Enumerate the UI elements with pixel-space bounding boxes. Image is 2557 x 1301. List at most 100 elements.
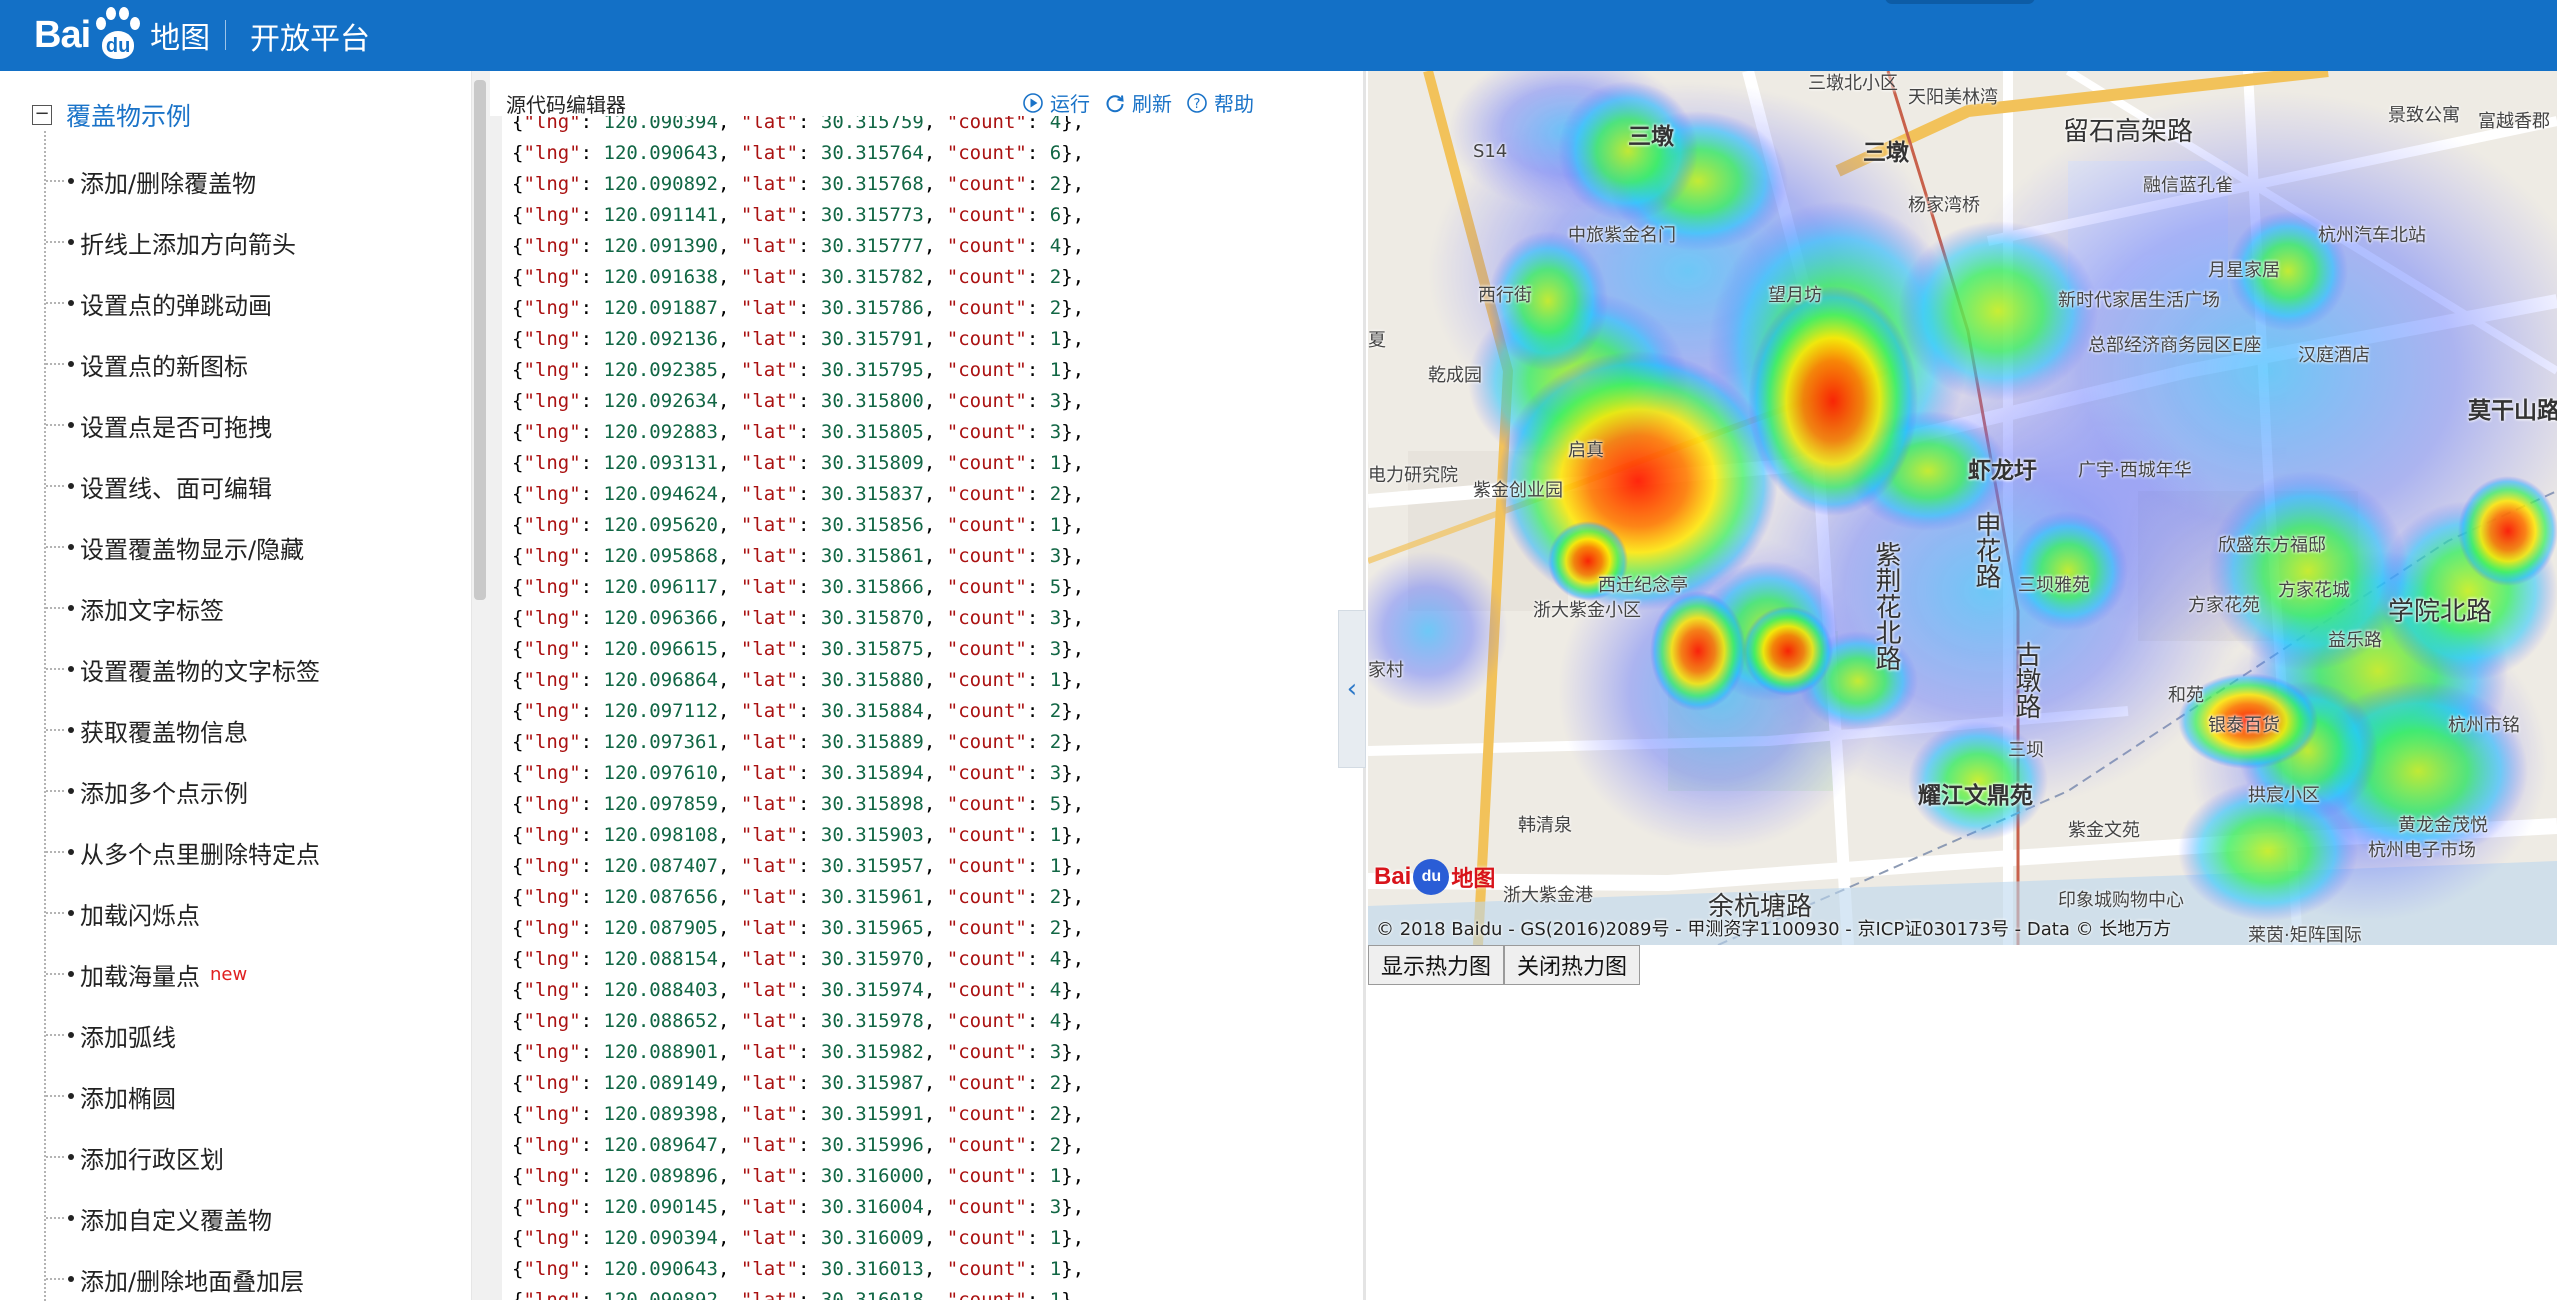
sidebar-item-label: 设置点的新图标 <box>80 352 248 381</box>
code-line: {"lng": 120.089149, "lat": 30.315987, "c… <box>512 1072 1085 1094</box>
map-place-label: 汉庭酒店 <box>2298 345 2370 366</box>
bullet-icon <box>68 422 74 428</box>
run-button[interactable]: 运行 <box>1022 88 1090 117</box>
sidebar-item-label: 添加多个点示例 <box>80 779 248 808</box>
bullet-icon <box>68 361 74 367</box>
sidebar-item-label: 设置覆盖物显示/隐藏 <box>80 535 305 564</box>
tree-connector <box>46 1156 64 1158</box>
tree-connector <box>46 485 64 487</box>
sidebar-item[interactable]: 设置点的新图标 <box>46 344 248 384</box>
sidebar-item-label: 设置线、面可编辑 <box>80 474 272 503</box>
code-line: {"lng": 120.090892, "lat": 30.316018, "c… <box>512 1289 1085 1300</box>
code-line: {"lng": 120.092634, "lat": 30.315800, "c… <box>512 390 1085 412</box>
editor-title: 源代码编辑器 <box>506 93 626 117</box>
sidebar-item[interactable]: 设置点的弹跳动画 <box>46 283 272 323</box>
code-line: {"lng": 120.089647, "lat": 30.315996, "c… <box>512 1134 1085 1156</box>
sidebar-item[interactable]: 添加/删除地面叠加层 <box>46 1259 304 1299</box>
sidebar-item-label: 添加/删除地面叠加层 <box>80 1267 305 1296</box>
tree-connector <box>46 729 64 731</box>
map-place-label: 望月坊 <box>1768 285 1822 306</box>
sidebar-item[interactable]: 添加文字标签 <box>46 588 224 628</box>
sidebar-item[interactable]: 添加椭圆 <box>46 1076 176 1116</box>
sidebar-item-label: 设置覆盖物的文字标签 <box>80 657 320 686</box>
code-line: {"lng": 120.096366, "lat": 30.315870, "c… <box>512 607 1085 629</box>
code-line: {"lng": 120.097859, "lat": 30.315898, "c… <box>512 793 1085 815</box>
map-place-label: 夏 <box>1368 330 1386 351</box>
sidebar-item[interactable]: 添加/删除覆盖物 <box>46 161 256 201</box>
code-line: {"lng": 120.095620, "lat": 30.315856, "c… <box>512 514 1085 536</box>
tree-connector <box>46 1034 64 1036</box>
map-place-label: 莫干山路 <box>2468 398 2557 424</box>
map-place-label: 乾成园 <box>1428 365 1482 386</box>
svg-text:?: ? <box>1194 97 1201 112</box>
refresh-button[interactable]: 刷新 <box>1104 88 1172 117</box>
map-place-label: 莱茵·矩阵国际 <box>2248 925 2362 945</box>
sidebar-item[interactable]: 加载闪烁点 <box>46 893 200 933</box>
map-place-label: 景致公寓 <box>2388 105 2460 126</box>
sidebar-item[interactable]: 添加自定义覆盖物 <box>46 1198 272 1238</box>
code-editor-panel: 源代码编辑器 运行 刷新 ? 帮助 {"lng": 120.090394, "l… <box>490 71 1358 1300</box>
map-canvas[interactable]: 三墩北小区 天阳美林湾 留石高架路 景致公寓 富越香郡 S14 三墩 三墩 杨家湾桥 融信蓝孔雀杭… <box>1368 71 2557 945</box>
sidebar-item[interactable]: 设置线、面可编辑 <box>46 466 272 506</box>
map-place-label: 拱宸小区 <box>2248 785 2320 806</box>
map-place-label: 紫金创业园 <box>1473 480 1563 501</box>
paw-icon: du <box>92 7 144 63</box>
tree-connector <box>46 790 64 792</box>
hide-heatmap-button[interactable]: 关闭热力图 <box>1504 945 1641 985</box>
platform-title[interactable]: 开放平台 <box>250 14 370 58</box>
sidebar-item[interactable]: 添加行政区划 <box>46 1137 224 1177</box>
show-heatmap-button[interactable]: 显示热力图 <box>1368 945 1505 985</box>
sidebar-item-label: 添加行政区划 <box>80 1145 224 1174</box>
bullet-icon <box>68 1154 74 1160</box>
tree-connector <box>46 1095 64 1097</box>
code-line: {"lng": 120.087905, "lat": 30.315965, "c… <box>512 917 1085 939</box>
map-place-label: 三墩 <box>1628 124 1674 150</box>
bullet-icon <box>68 239 74 245</box>
help-button[interactable]: ? 帮助 <box>1186 88 1254 117</box>
sidebar-item[interactable]: 设置点是否可拖拽 <box>46 405 272 445</box>
header-tab-pill[interactable] <box>1885 0 2035 4</box>
code-line: {"lng": 120.089398, "lat": 30.315991, "c… <box>512 1103 1085 1125</box>
code-line: {"lng": 120.090643, "lat": 30.316013, "c… <box>512 1258 1085 1280</box>
map-place-label: 电力研究院 <box>1368 465 1458 486</box>
map-baidu-logo[interactable]: Bai du 地图 <box>1374 859 1495 895</box>
tree-connector <box>46 1278 64 1280</box>
sidebar-item[interactable]: 设置覆盖物显示/隐藏 <box>46 527 304 567</box>
bullet-icon <box>68 849 74 855</box>
sidebar-category-label[interactable]: 覆盖物示例 <box>66 97 191 133</box>
collapse-icon[interactable]: − <box>32 105 52 125</box>
bullet-icon <box>68 1215 74 1221</box>
sidebar-item[interactable]: 从多个点里删除特定点 <box>46 832 320 872</box>
sidebar-scrollbar-thumb[interactable] <box>474 80 486 600</box>
map-place-label: 银泰百货 <box>2208 715 2280 736</box>
map-place-label: 紫金文苑 <box>2068 820 2140 841</box>
sidebar-item[interactable]: 折线上添加方向箭头 <box>46 222 296 262</box>
bullet-icon <box>68 605 74 611</box>
map-place-label: 印象城购物中心 <box>2058 890 2184 911</box>
map-place-label: 新时代家居生活广场 <box>2058 290 2220 311</box>
sidebar-item[interactable]: 加载海量点 new <box>46 954 247 994</box>
map-place-label: 方家花城 <box>2278 580 2350 601</box>
sidebar-item[interactable]: 设置覆盖物的文字标签 <box>46 649 320 689</box>
sidebar-item[interactable]: 添加多个点示例 <box>46 771 248 811</box>
code-textarea[interactable]: {"lng": 120.090394, "lat": 30.315759, "c… <box>490 116 1352 1300</box>
map-place-label: S14 <box>1473 141 1508 162</box>
code-line: {"lng": 120.097610, "lat": 30.315894, "c… <box>512 762 1085 784</box>
map-logo-bai: Bai <box>1374 863 1412 890</box>
map-place-label: 富越香郡 <box>2478 111 2550 132</box>
sidebar-item-label: 获取覆盖物信息 <box>80 718 248 747</box>
sidebar-item-label: 从多个点里删除特定点 <box>80 840 320 869</box>
sidebar-category[interactable]: − 覆盖物示例 <box>32 97 191 133</box>
baidu-map-logo[interactable]: Bai du 地图 <box>34 4 210 66</box>
sidebar-item[interactable]: 添加弧线 <box>46 1015 176 1055</box>
map-place-label: 三墩 <box>1863 140 1909 166</box>
bullet-icon <box>68 727 74 733</box>
sidebar-item-label: 添加弧线 <box>80 1023 176 1052</box>
sidebar-item[interactable]: 获取覆盖物信息 <box>46 710 248 750</box>
tree-connector <box>46 180 64 182</box>
code-line: {"lng": 120.097361, "lat": 30.315889, "c… <box>512 731 1085 753</box>
refresh-icon <box>1106 94 1124 112</box>
map-place-label: 融信蓝孔雀 <box>2143 175 2233 196</box>
sidebar-item-label: 添加自定义覆盖物 <box>80 1206 272 1235</box>
collapse-panel-button[interactable]: ‹ <box>1338 610 1366 768</box>
